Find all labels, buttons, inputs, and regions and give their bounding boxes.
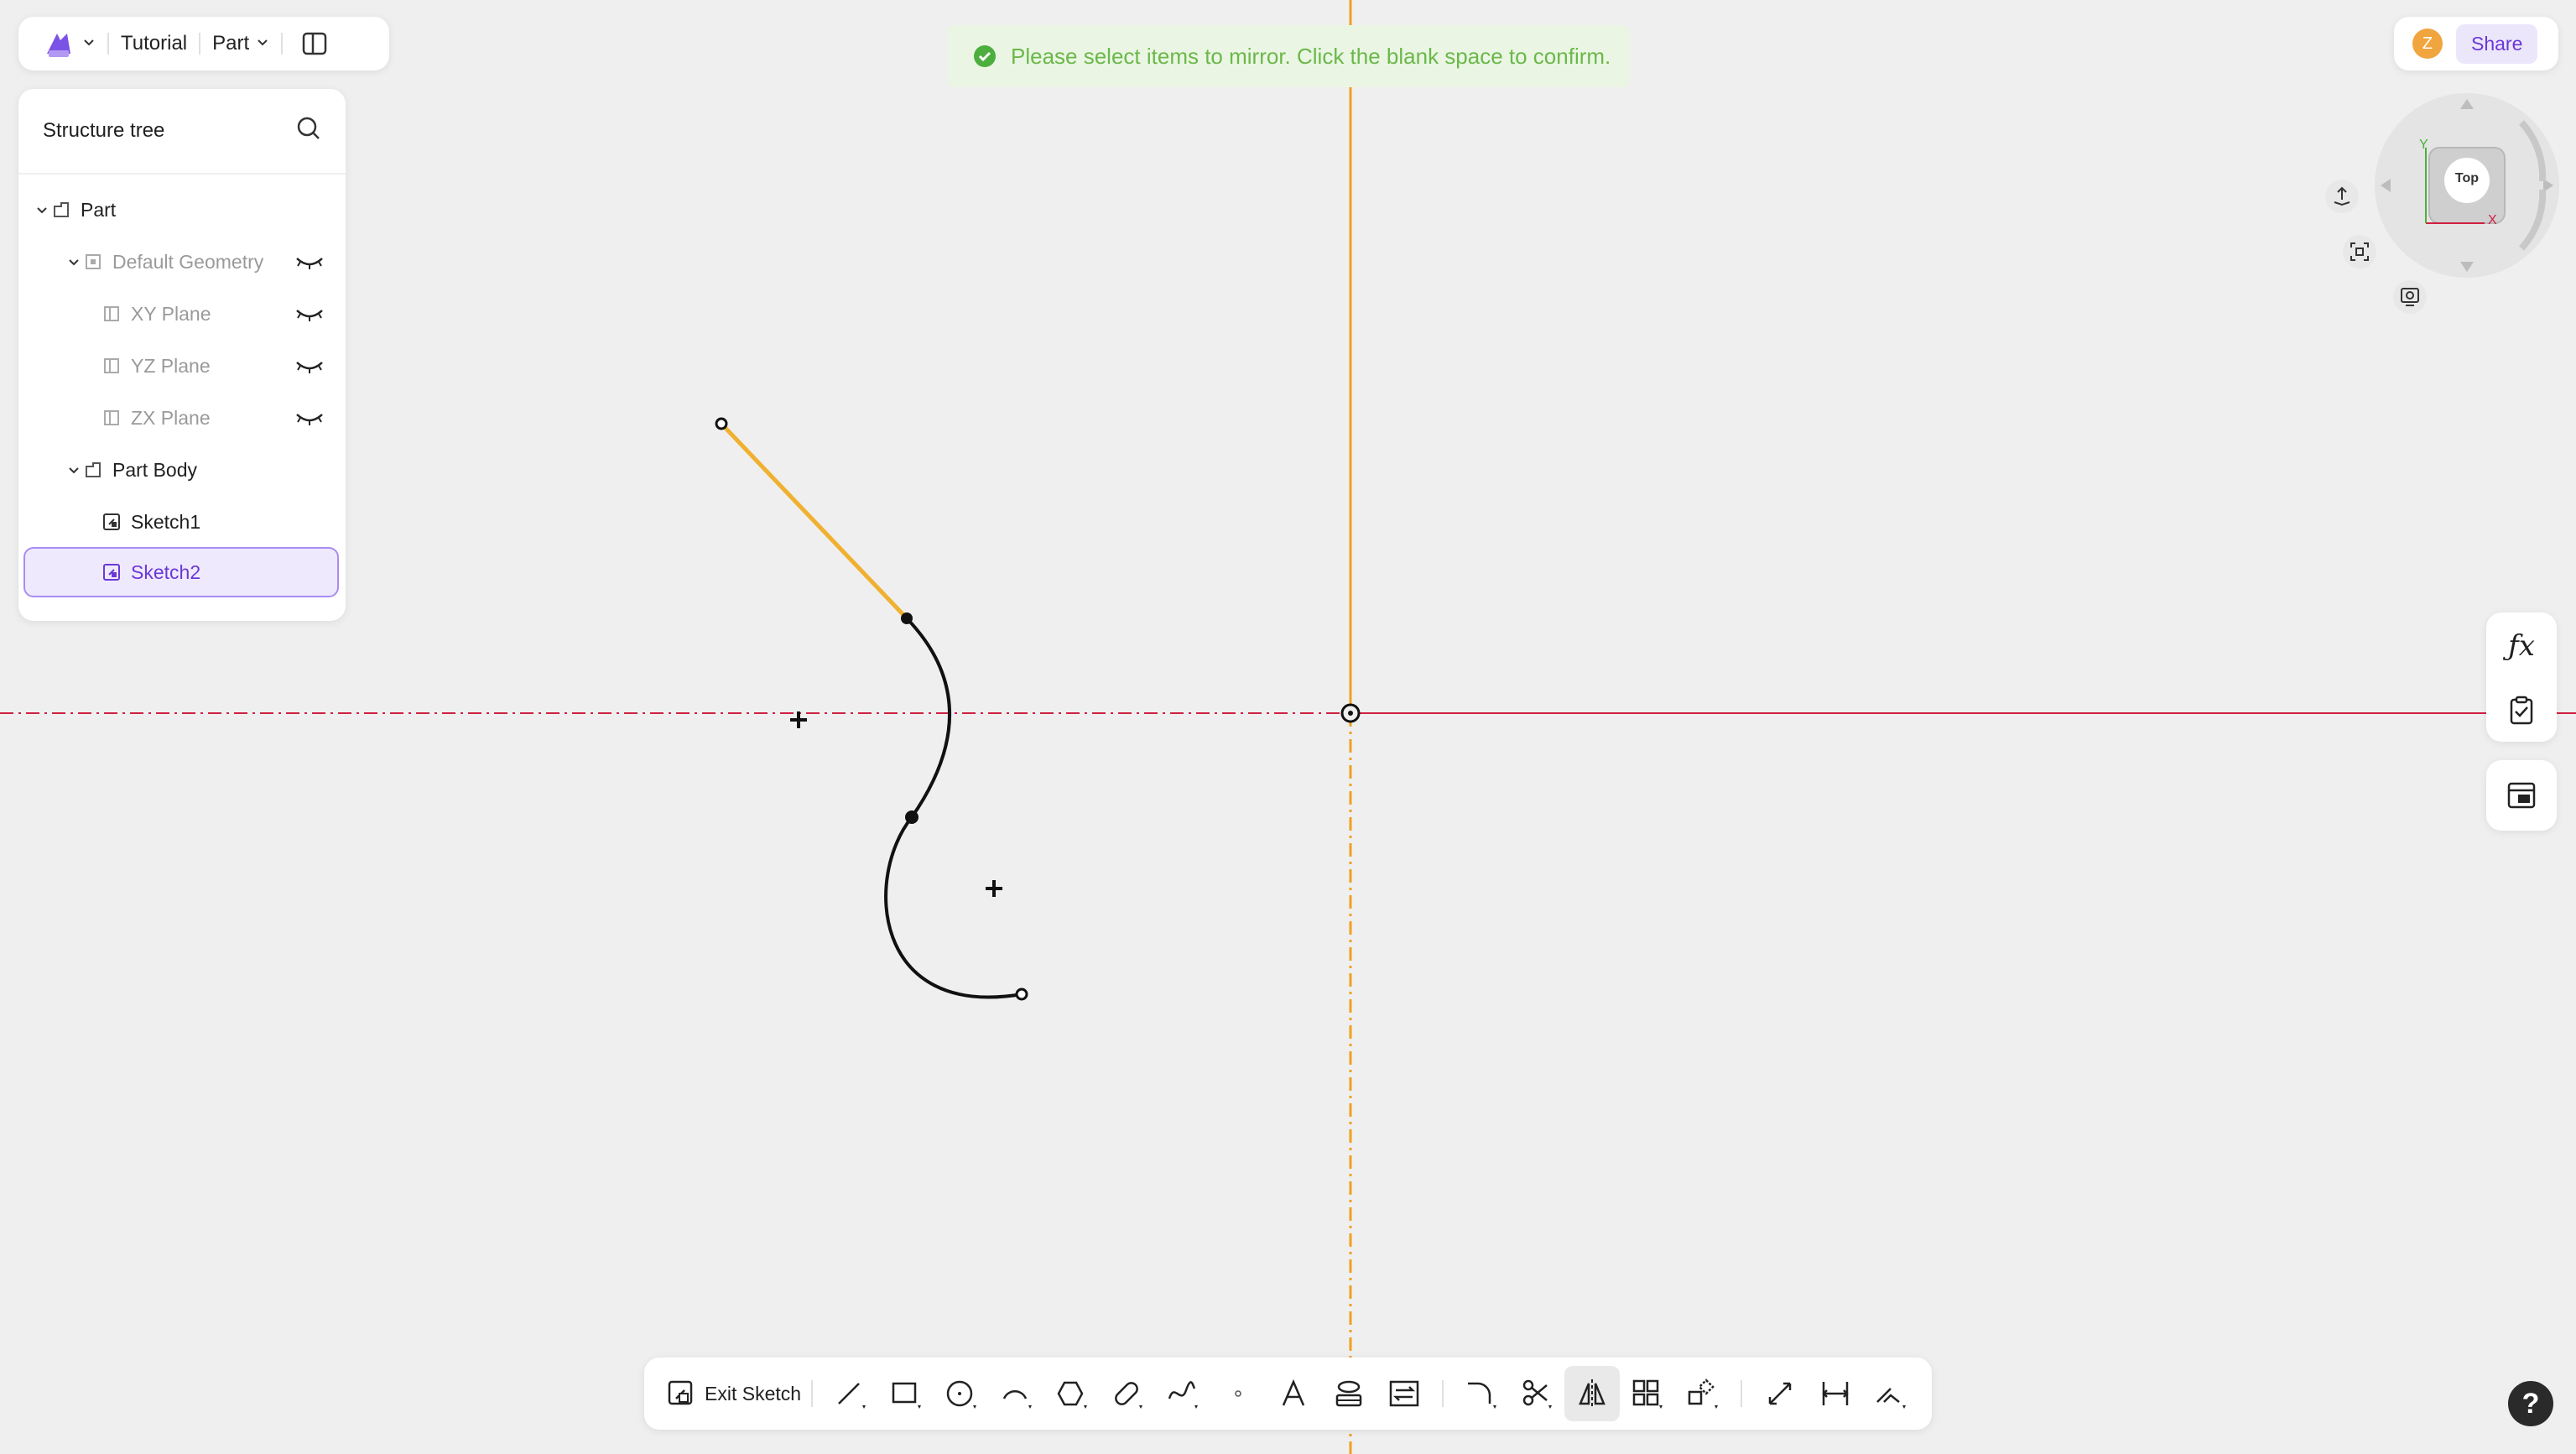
right-tool-panel-2 <box>2486 760 2557 831</box>
formula-icon[interactable]: ƒx <box>2508 629 2535 663</box>
geometry-icon <box>82 251 104 273</box>
panel-toggle-icon[interactable] <box>301 30 328 57</box>
tree-item-xy-plane[interactable]: XY Plane <box>18 289 346 339</box>
endpoint[interactable] <box>1015 988 1028 1001</box>
orient-view-icon[interactable] <box>2325 180 2359 213</box>
eye-closed-icon[interactable] <box>295 252 324 277</box>
app-logo-icon[interactable] <box>40 25 77 62</box>
sketch-arc-1[interactable] <box>905 617 952 819</box>
chevron-down-icon[interactable] <box>65 463 82 477</box>
endpoint[interactable] <box>715 417 728 430</box>
search-icon[interactable] <box>295 115 322 148</box>
right-tool-panel: ƒx <box>2486 612 2557 742</box>
trim-tool-icon[interactable] <box>1509 1366 1564 1421</box>
line-tool-icon[interactable] <box>823 1366 878 1421</box>
spline-tool-icon[interactable] <box>1155 1366 1210 1421</box>
plane-icon <box>101 355 122 377</box>
project-tool-icon[interactable] <box>1321 1366 1376 1421</box>
horizontal-dimension-icon[interactable] <box>1808 1366 1863 1421</box>
circle-tool-icon[interactable] <box>934 1366 989 1421</box>
endpoint[interactable] <box>905 810 919 824</box>
tree-item-yz-plane[interactable]: YZ Plane <box>18 341 346 391</box>
convert-tool-icon[interactable] <box>1376 1366 1432 1421</box>
project-name[interactable]: Tutorial <box>121 32 187 55</box>
rectangle-tool-icon[interactable] <box>878 1366 934 1421</box>
chevron-down-icon[interactable] <box>34 203 50 216</box>
help-button[interactable]: ? <box>2508 1381 2553 1426</box>
mirror-notification: Please select items to mirror. Click the… <box>947 25 1631 87</box>
view-navigator[interactable]: Top X Y <box>2370 89 2563 282</box>
sketch-toolbar: Exit Sketch <box>644 1358 1932 1430</box>
table-icon[interactable] <box>2506 781 2537 810</box>
structure-tree-panel: Structure tree Part Default Geometry XY … <box>18 89 346 621</box>
center-mark <box>986 880 1002 897</box>
fillet-tool-icon[interactable] <box>1454 1366 1509 1421</box>
sketch-canvas[interactable] <box>0 0 2576 1454</box>
tree-item-part[interactable]: Part <box>18 185 346 235</box>
mirror-tool-icon[interactable] <box>1564 1366 1621 1421</box>
share-bar: Z Share <box>2394 17 2558 70</box>
chevron-down-icon[interactable] <box>65 255 82 268</box>
tree-item-default-geometry[interactable]: Default Geometry <box>18 237 346 287</box>
body-icon <box>82 459 104 481</box>
check-circle-icon <box>972 44 997 69</box>
exit-sketch-icon <box>666 1378 696 1409</box>
endpoint[interactable] <box>901 612 913 624</box>
pattern-tool-icon[interactable] <box>1620 1366 1675 1421</box>
slot-tool-icon[interactable] <box>1100 1366 1155 1421</box>
display-mode-icon[interactable] <box>2393 280 2427 314</box>
sketch-icon <box>101 511 122 533</box>
checklist-icon[interactable] <box>2507 696 2536 726</box>
axis-label-x: X <box>2488 213 2497 227</box>
tree-item-sketch2[interactable]: Sketch2 <box>23 547 339 597</box>
tree-item-zx-plane[interactable]: ZX Plane <box>18 393 346 443</box>
plane-icon <box>101 303 122 325</box>
eye-closed-icon[interactable] <box>295 304 324 329</box>
sketch-line-selected[interactable] <box>720 422 908 620</box>
sketch-icon <box>101 561 122 583</box>
eye-closed-icon[interactable] <box>295 408 324 433</box>
panel-title: Structure tree <box>43 119 165 142</box>
view-cube-face-label[interactable]: Top <box>2370 171 2563 186</box>
plane-icon <box>101 407 122 429</box>
part-icon <box>50 199 72 221</box>
transform-tool-icon[interactable] <box>1675 1366 1730 1421</box>
share-button[interactable]: Share <box>2456 23 2538 64</box>
avatar[interactable]: Z <box>2412 29 2443 59</box>
exit-sketch-button[interactable]: Exit Sketch <box>666 1378 801 1409</box>
notification-message: Please select items to mirror. Click the… <box>1011 43 1611 69</box>
zoom-fit-icon[interactable] <box>2343 235 2376 268</box>
tree-item-part-body[interactable]: Part Body <box>18 445 346 495</box>
text-tool-icon[interactable] <box>1266 1366 1321 1421</box>
axis-label-y: Y <box>2419 138 2428 152</box>
chevron-down-icon[interactable] <box>82 35 96 53</box>
tree-item-sketch1[interactable]: Sketch1 <box>18 497 346 547</box>
eye-closed-icon[interactable] <box>295 356 324 381</box>
arc-tool-icon[interactable] <box>989 1366 1044 1421</box>
polygon-tool-icon[interactable] <box>1044 1366 1100 1421</box>
sketch-arc-2[interactable] <box>884 816 1023 999</box>
mode-selector[interactable]: Part <box>212 32 249 55</box>
top-left-bar: Tutorial Part <box>18 17 389 70</box>
constraint-tool-icon[interactable] <box>1863 1366 1918 1421</box>
dimension-tool-icon[interactable] <box>1752 1366 1808 1421</box>
point-tool-icon[interactable] <box>1210 1366 1266 1421</box>
chevron-down-icon[interactable] <box>256 35 269 53</box>
